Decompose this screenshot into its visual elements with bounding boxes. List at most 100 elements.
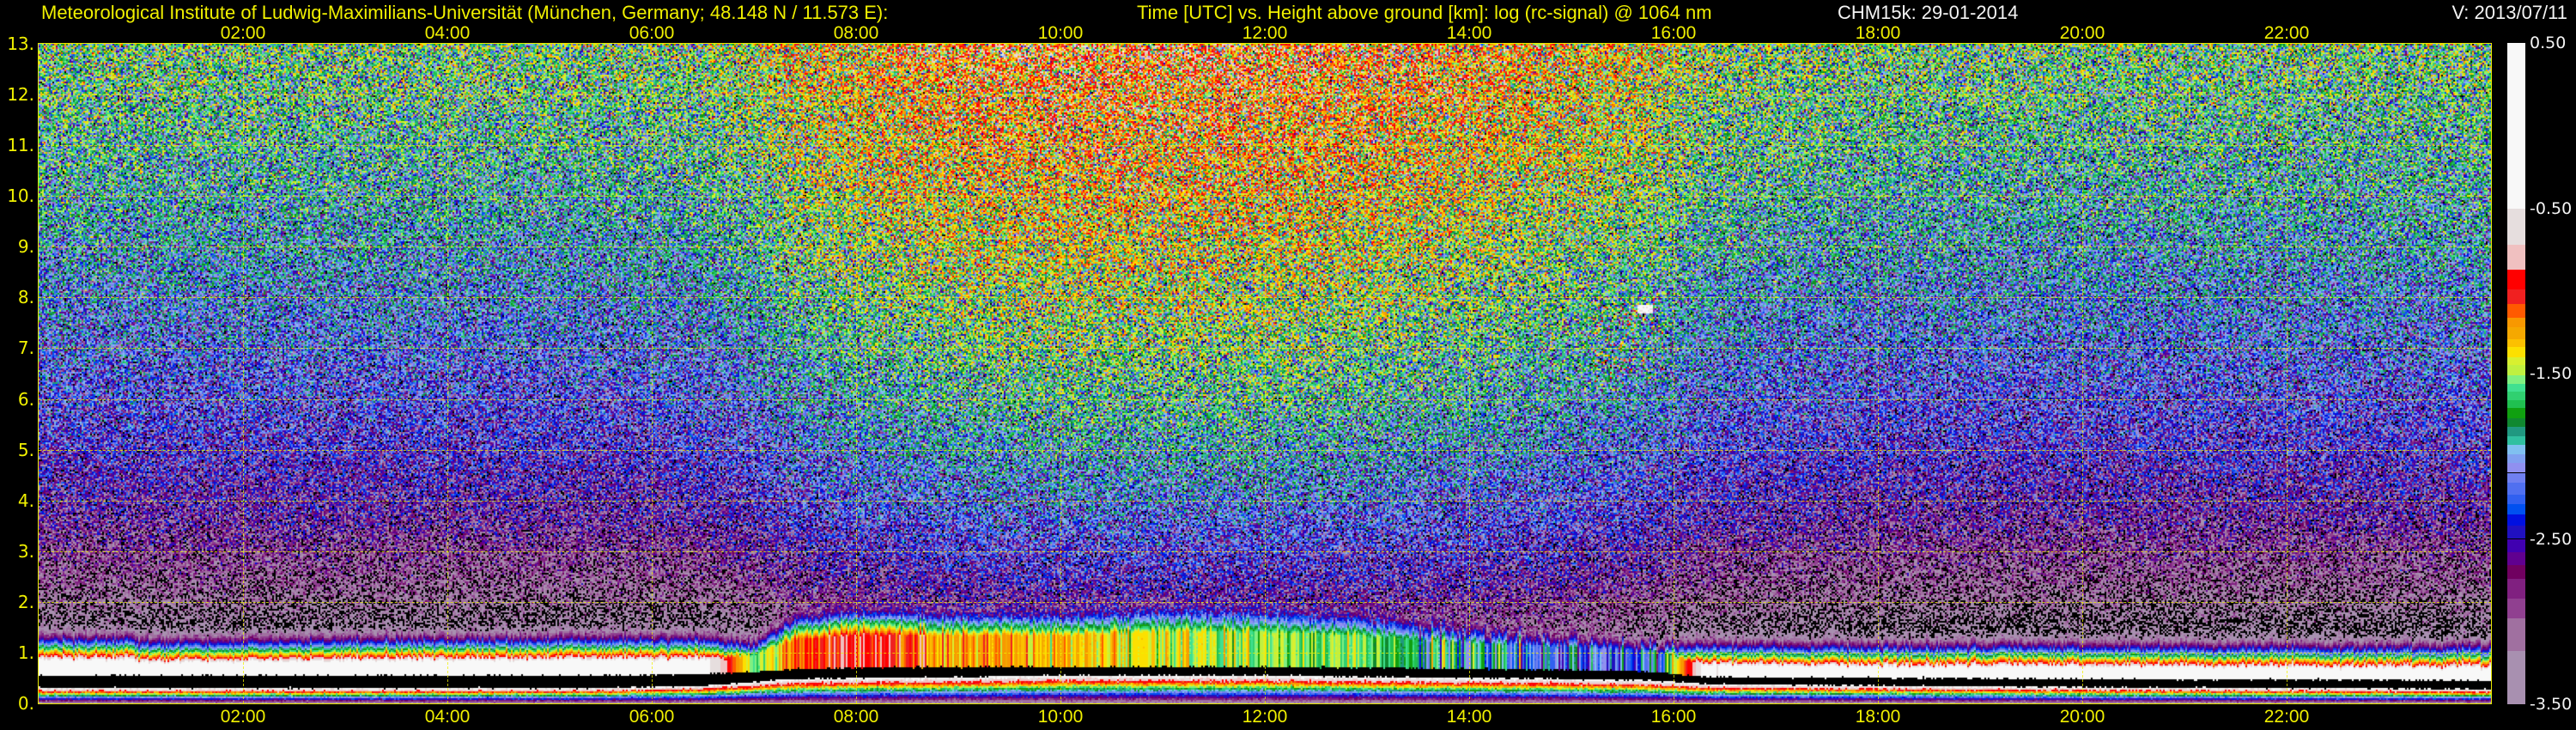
horizontal-gridline — [39, 449, 2491, 451]
horizontal-gridline — [39, 398, 2491, 400]
colorbar-level — [2507, 208, 2525, 245]
vertical-gridline — [1878, 44, 1879, 703]
vertical-gridline — [652, 44, 653, 703]
y-tick-label: 5. — [17, 439, 34, 460]
colorbar-tick-label: -3.50 — [2530, 695, 2573, 714]
colorbar-level — [2507, 651, 2525, 704]
colorbar-level — [2507, 374, 2525, 384]
x-tick-label: 02:00 — [220, 23, 266, 43]
x-tick-label: 10:00 — [1037, 23, 1084, 43]
x-tick-label: 16:00 — [1650, 707, 1697, 727]
colorbar-level — [2507, 417, 2525, 427]
colorbar-level — [2507, 365, 2525, 375]
colorbar-level — [2507, 504, 2525, 514]
y-tick-label: 7. — [17, 338, 34, 359]
colorbar-level — [2507, 383, 2525, 392]
x-tick-label: 06:00 — [629, 23, 675, 43]
colorbar-level — [2507, 578, 2525, 599]
colorbar-level — [2507, 617, 2525, 652]
colorbar-level — [2507, 392, 2525, 400]
instrument-date: CHM15k: 29-01-2014 — [1838, 2, 2019, 23]
x-tick-label: 20:00 — [2059, 707, 2105, 727]
colorbar-level — [2507, 436, 2525, 445]
colorbar-tick-label: -2.50 — [2530, 529, 2573, 549]
colorbar-tick-label: 0.50 — [2530, 33, 2567, 52]
colorbar-level — [2507, 244, 2525, 270]
plot-description: Time [UTC] vs. Height above ground [km]:… — [1137, 2, 1712, 23]
vertical-gridline — [856, 44, 857, 703]
x-tick-label: 18:00 — [1855, 707, 1901, 727]
x-tick-label: 08:00 — [833, 707, 879, 727]
horizontal-gridline — [39, 94, 2491, 96]
horizontal-gridline — [39, 652, 2491, 654]
colorbar-level — [2507, 356, 2525, 366]
vertical-gridline — [447, 44, 448, 703]
x-tick-label: 14:00 — [1446, 23, 1492, 43]
colorbar-level — [2507, 269, 2525, 289]
colorbar-level — [2507, 472, 2525, 484]
x-tick-label: 02:00 — [220, 707, 266, 727]
colorbar-tick-label: -0.50 — [2530, 198, 2573, 218]
x-tick-label: 04:00 — [424, 707, 471, 727]
colorbar-level — [2507, 426, 2525, 437]
colorbar-level — [2507, 483, 2525, 495]
backscatter-heatmap — [38, 43, 2492, 704]
colorbar-level — [2507, 494, 2525, 505]
colorbar — [2507, 43, 2525, 704]
colorbar-level — [2507, 538, 2525, 552]
x-tick-label: 14:00 — [1446, 707, 1492, 727]
colorbar-level — [2507, 338, 2525, 348]
colorbar-level — [2507, 289, 2525, 305]
colorbar-level — [2507, 462, 2525, 473]
colorbar-level — [2507, 327, 2525, 339]
horizontal-gridline — [39, 348, 2491, 350]
horizontal-gridline — [39, 297, 2491, 299]
y-tick-label: 10. — [7, 186, 34, 207]
vertical-gridline — [243, 44, 244, 703]
y-tick-label: 1. — [17, 642, 34, 663]
vertical-gridline — [1060, 44, 1061, 703]
colorbar-level — [2507, 565, 2525, 579]
horizontal-gridline — [39, 500, 2491, 502]
x-tick-label: 22:00 — [2263, 707, 2310, 727]
y-tick-label: 2. — [17, 591, 34, 612]
colorbar-level — [2507, 514, 2525, 526]
version-label: V: 2013/07/11 — [2451, 2, 2567, 23]
institute-title: Meteorological Institute of Ludwig-Maxim… — [41, 2, 889, 23]
colorbar-tick-label: -1.50 — [2530, 364, 2573, 383]
vertical-gridline — [1265, 44, 1266, 703]
vertical-gridline — [1469, 44, 1470, 703]
colorbar-level — [2507, 43, 2525, 209]
horizontal-gridline — [39, 246, 2491, 248]
horizontal-gridline — [39, 601, 2491, 603]
y-tick-label: 13. — [7, 33, 34, 54]
horizontal-gridline — [39, 145, 2491, 147]
y-tick-label: 0. — [17, 693, 34, 714]
x-tick-label: 12:00 — [1242, 23, 1288, 43]
x-tick-label: 04:00 — [424, 23, 471, 43]
y-tick-label: 11. — [7, 135, 34, 156]
y-tick-label: 12. — [7, 84, 34, 106]
colorbar-level — [2507, 317, 2525, 328]
colorbar-level — [2507, 598, 2525, 618]
y-tick-label: 9. — [17, 236, 34, 258]
x-tick-label: 20:00 — [2059, 23, 2105, 43]
y-tick-label: 3. — [17, 540, 34, 562]
y-tick-label: 4. — [17, 490, 34, 511]
colorbar-level — [2507, 399, 2525, 409]
x-tick-label: 18:00 — [1855, 23, 1901, 43]
colorbar-level — [2507, 444, 2525, 455]
x-tick-label: 06:00 — [629, 707, 675, 727]
x-tick-label: 12:00 — [1242, 707, 1288, 727]
colorbar-level — [2507, 408, 2525, 418]
colorbar-level — [2507, 454, 2525, 463]
x-tick-label: 22:00 — [2263, 23, 2310, 43]
colorbar-level — [2507, 526, 2525, 539]
y-tick-label: 6. — [17, 388, 34, 410]
y-tick-label: 8. — [17, 287, 34, 308]
colorbar-level — [2507, 551, 2525, 566]
horizontal-gridline — [39, 196, 2491, 198]
horizontal-gridline — [39, 551, 2491, 552]
x-tick-label: 10:00 — [1037, 707, 1084, 727]
colorbar-level — [2507, 304, 2525, 318]
